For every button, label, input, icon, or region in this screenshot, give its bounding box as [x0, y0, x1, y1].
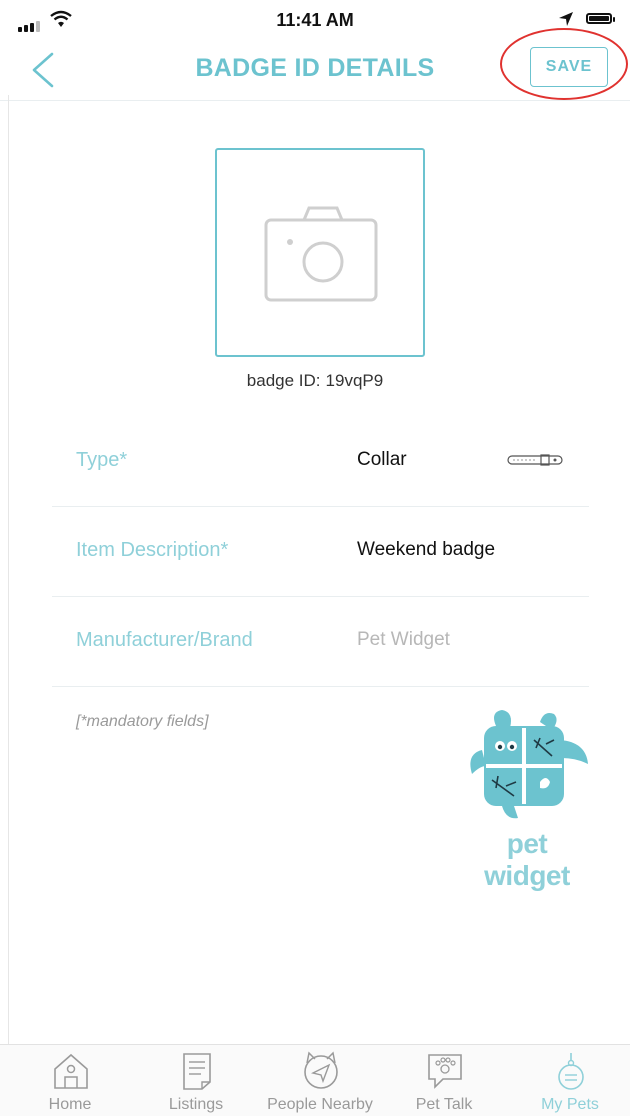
- logo-text: pet widget: [484, 828, 570, 891]
- status-time: 11:41 AM: [276, 10, 354, 30]
- badge-id-caption: badge ID: 19vqP9: [0, 371, 630, 391]
- collar-icon: [507, 454, 563, 466]
- battery-icon: [586, 13, 615, 24]
- tab-my-pets[interactable]: My Pets: [507, 1045, 630, 1116]
- my-pets-icon: [558, 1053, 584, 1090]
- mandatory-note: [*mandatory fields]: [76, 713, 209, 730]
- field-item-description[interactable]: Item Description* Weekend badge: [52, 507, 589, 597]
- tab-bar: Home Listings People Nearby Pet Talk My …: [0, 1044, 630, 1116]
- tab-listings[interactable]: Listings: [133, 1045, 259, 1116]
- field-value: Collar: [357, 449, 407, 470]
- pet-talk-icon: [428, 1054, 462, 1089]
- field-value: Weekend badge: [357, 539, 496, 560]
- tab-label: People Nearby: [267, 1096, 373, 1113]
- field-manufacturer-brand[interactable]: Manufacturer/Brand Pet Widget: [52, 597, 589, 687]
- people-nearby-icon: [304, 1051, 338, 1089]
- camera-icon: [264, 206, 378, 302]
- field-label: Type*: [76, 449, 128, 471]
- app-screen: 11:41 AM BADGE ID DETAILS SAVE badge ID:…: [0, 0, 630, 1116]
- tab-people-nearby[interactable]: People Nearby: [257, 1045, 383, 1116]
- tab-label: Pet Talk: [415, 1096, 473, 1113]
- tab-pet-talk[interactable]: Pet Talk: [381, 1045, 507, 1116]
- badge-id-value: 19vqP9: [325, 371, 384, 390]
- badge-photo-picker[interactable]: [215, 148, 425, 357]
- field-type[interactable]: Type* Collar: [52, 417, 589, 507]
- tab-label: Home: [48, 1096, 92, 1113]
- badge-id-label: badge ID:: [246, 371, 321, 390]
- field-label: Manufacturer/Brand: [76, 629, 253, 651]
- tab-label: My Pets: [541, 1096, 599, 1113]
- divider: [8, 95, 9, 1045]
- field-label: Item Description*: [76, 539, 229, 561]
- field-placeholder: Pet Widget: [357, 629, 450, 650]
- location-arrow-icon: [559, 12, 573, 26]
- tab-home[interactable]: Home: [7, 1045, 133, 1116]
- pet-widget-logo: pet widget: [462, 710, 592, 891]
- listings-icon: [183, 1053, 211, 1090]
- pet-widget-logo-icon: [470, 710, 588, 819]
- annotation-circle: [500, 28, 628, 100]
- tab-label: Listings: [168, 1096, 224, 1113]
- home-icon: [54, 1053, 88, 1089]
